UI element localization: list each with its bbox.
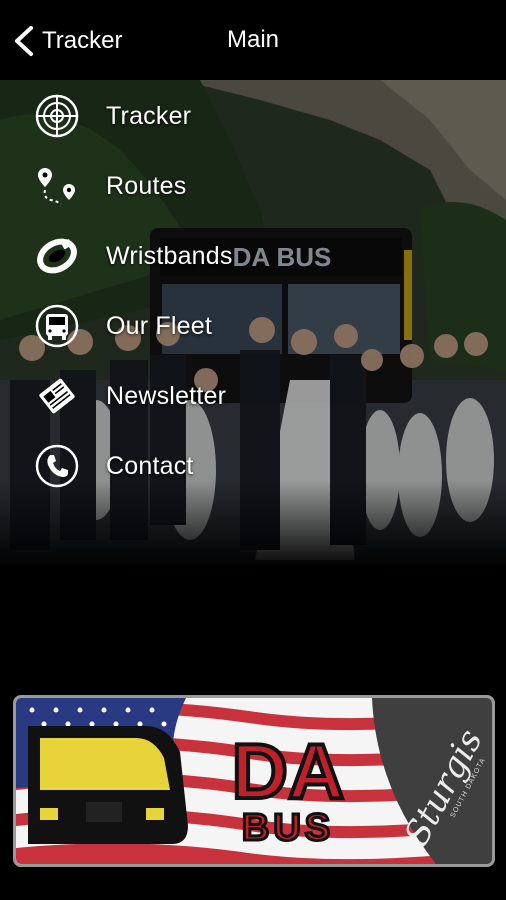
menu-item-contact[interactable]: Contact (34, 438, 454, 494)
newsletter-icon (34, 373, 80, 419)
wristband-icon (34, 233, 80, 279)
menu-label: Routes (106, 171, 187, 200)
route-pin-icon (34, 163, 80, 209)
top-bar: Tracker Main (0, 0, 506, 80)
menu-label: Tracker (106, 101, 192, 130)
logo-brand-top: DA (232, 727, 345, 815)
menu-label: Newsletter (106, 381, 227, 410)
menu-label: Wristbands (106, 241, 233, 270)
menu-item-wristbands[interactable]: Wristbands (34, 228, 454, 284)
menu-item-tracker[interactable]: Tracker (34, 88, 454, 144)
menu-item-newsletter[interactable]: Newsletter (34, 368, 454, 424)
phone-icon (34, 443, 80, 489)
radar-icon (34, 93, 80, 139)
menu-item-routes[interactable]: Routes (34, 158, 454, 214)
logo-brand-bottom: BUS (242, 807, 334, 849)
menu-item-our-fleet[interactable]: Our Fleet (34, 298, 454, 354)
bus-icon (34, 303, 80, 349)
da-bus-logo-banner: DA BUS Sturgis SOUTH DAKOTA (13, 695, 495, 867)
page-title: Main (226, 26, 280, 53)
menu-label: Our Fleet (106, 311, 212, 340)
menu-label: Contact (106, 451, 194, 480)
